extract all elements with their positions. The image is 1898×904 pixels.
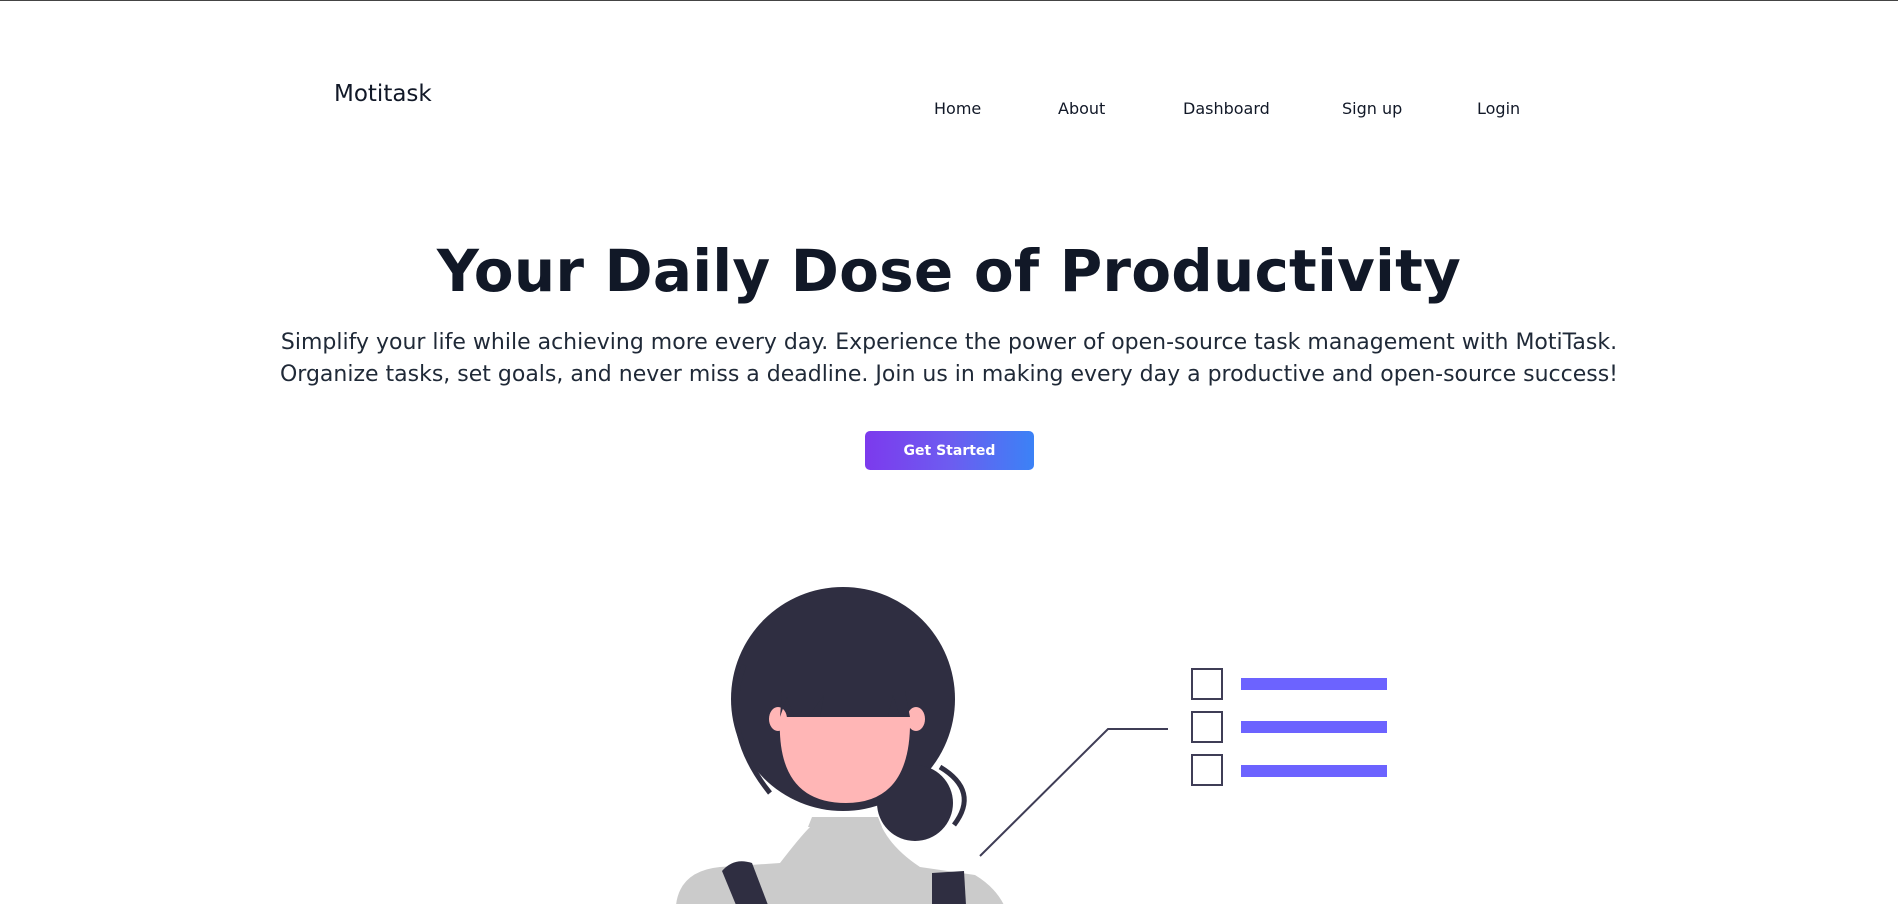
hero-title: Your Daily Dose of Productivity <box>436 237 1462 305</box>
nav-dashboard[interactable]: Dashboard <box>1183 99 1270 118</box>
get-started-button[interactable]: Get Started <box>865 431 1034 470</box>
pointer-line <box>979 728 1168 857</box>
nav-signup[interactable]: Sign up <box>1342 99 1402 118</box>
hero-illustration <box>676 587 1387 904</box>
nav-login[interactable]: Login <box>1477 99 1520 118</box>
nav-home[interactable]: Home <box>934 99 981 118</box>
landing-page: Motitask Home About Dashboard Sign up Lo… <box>0 0 1898 904</box>
brand-logo[interactable]: Motitask <box>334 81 432 107</box>
nav-about[interactable]: About <box>1058 99 1105 118</box>
hero-subtitle: Simplify your life while achieving more … <box>279 330 1619 387</box>
checklist-icon <box>1191 668 1387 786</box>
woman-figure-icon <box>676 587 1004 904</box>
